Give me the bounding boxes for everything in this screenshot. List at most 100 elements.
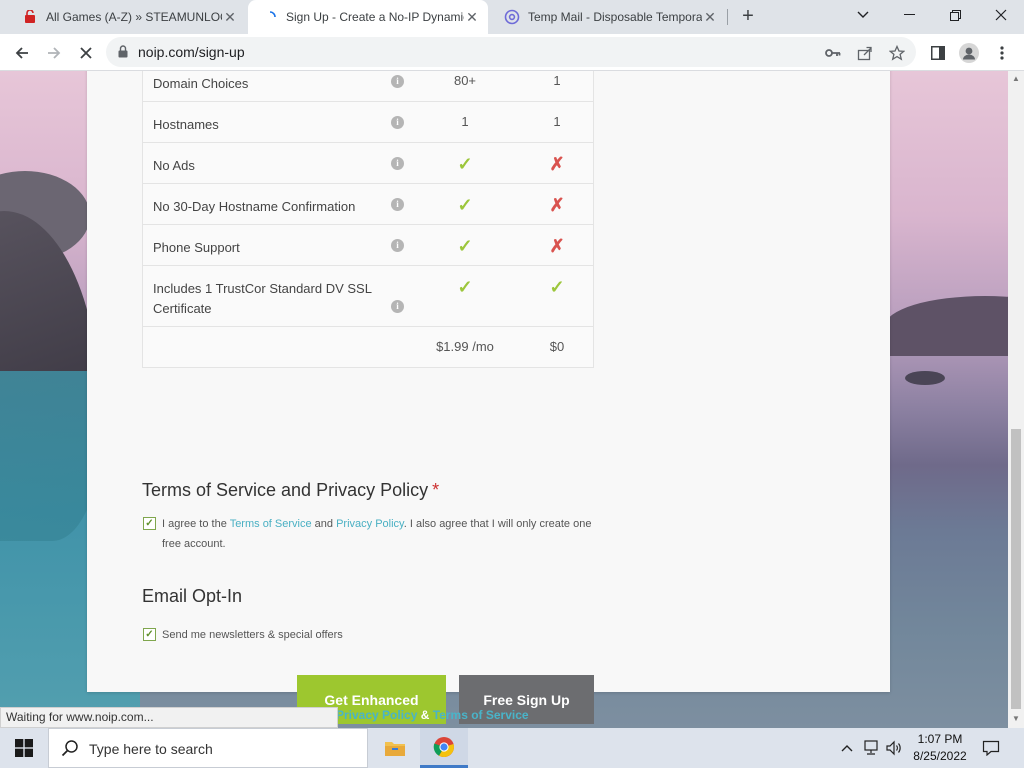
url-text[interactable]: noip.com/sign-up <box>138 44 245 60</box>
terms-title: Terms of Service and Privacy Policy <box>142 480 429 500</box>
info-icon[interactable]: i <box>391 300 404 313</box>
clock-time: 1:07 PM <box>917 732 963 746</box>
check-icon: ✓ <box>457 236 473 256</box>
page-viewport: Domain Choices i 80+ 1 Hostnames i 1 1 N… <box>0 71 1008 728</box>
stop-loading-icon[interactable] <box>72 39 100 67</box>
table-row: No Ads i ✓ ✗ <box>143 143 593 184</box>
table-row: Includes 1 TrustCor Standard DV SSL Cert… <box>143 266 593 327</box>
info-icon[interactable]: i <box>391 239 404 252</box>
scroll-up-arrow-icon[interactable]: ▲ <box>1012 74 1020 83</box>
close-window-button[interactable] <box>978 0 1024 30</box>
tab-temp-mail[interactable]: Temp Mail - Disposable Temporary ✕ <box>490 0 726 34</box>
close-tab-icon[interactable]: ✕ <box>464 9 480 25</box>
temp-mail-favicon-icon <box>504 9 520 25</box>
terms-heading: Terms of Service and Privacy Policy * <box>142 480 439 501</box>
signup-card: Domain Choices i 80+ 1 Hostnames i 1 1 N… <box>87 71 890 724</box>
newsletter-checkbox[interactable]: ✓ <box>143 628 156 641</box>
check-icon: ✓ <box>549 277 565 297</box>
address-bar[interactable]: noip.com/sign-up <box>106 37 916 67</box>
info-icon[interactable]: i <box>391 75 404 88</box>
back-arrow-icon[interactable] <box>8 39 36 67</box>
terms-of-service-link[interactable]: Terms of Service <box>230 518 312 530</box>
price-row: $1.99 /mo $0 <box>143 327 593 368</box>
info-icon[interactable]: i <box>391 198 404 211</box>
enhanced-value: 1 <box>461 114 469 129</box>
tab-title: All Games (A-Z) » STEAMUNLOCKED <box>46 10 222 24</box>
required-asterisk: * <box>432 480 440 500</box>
close-tab-icon[interactable]: ✕ <box>222 9 238 25</box>
terms-checkbox[interactable]: ✓ <box>143 517 156 530</box>
terms-agreement-text: I agree to the Terms of Service and Priv… <box>162 518 592 550</box>
feature-name: Includes 1 TrustCor Standard DV SSL Cert… <box>153 281 372 316</box>
restore-window-button[interactable] <box>932 0 978 30</box>
tab-noip-signup[interactable]: Sign Up - Create a No-IP Dynamic ✕ <box>248 0 488 34</box>
privacy-policy-link[interactable]: Privacy Policy <box>336 518 404 530</box>
scrollbar-thumb[interactable] <box>1011 429 1021 709</box>
feature-name: No 30-Day Hostname Confirmation <box>153 199 356 214</box>
status-bar: Waiting for www.noip.com... <box>0 707 338 728</box>
tab-search-chevron-icon[interactable] <box>840 0 886 30</box>
footer-links: Privacy Policy & Terms of Service <box>336 708 529 722</box>
check-icon: ✓ <box>457 154 473 174</box>
free-value: 1 <box>553 73 561 88</box>
table-row: Phone Support i ✓ ✗ <box>143 225 593 266</box>
key-icon[interactable] <box>824 44 842 62</box>
search-icon <box>61 739 79 762</box>
cross-icon: ✗ <box>549 236 565 256</box>
plan-comparison-table: Domain Choices i 80+ 1 Hostnames i 1 1 N… <box>142 71 594 368</box>
enhanced-value: 80+ <box>453 73 477 88</box>
cross-icon: ✗ <box>549 195 565 215</box>
chrome-taskbar-icon[interactable] <box>420 728 468 768</box>
loading-favicon-icon <box>262 9 278 25</box>
taskbar-search-box[interactable]: Type here to search <box>48 728 368 768</box>
clock-date: 8/25/2022 <box>913 749 967 763</box>
newsletter-label: Send me newsletters & special offers <box>162 629 343 641</box>
tab-title: Temp Mail - Disposable Temporary <box>528 10 702 24</box>
feature-name: Hostnames <box>153 117 219 132</box>
lock-icon[interactable] <box>118 45 128 63</box>
feature-name: Domain Choices <box>153 76 249 91</box>
windows-start-button[interactable] <box>0 728 48 768</box>
table-row: Hostnames i 1 1 <box>143 102 593 143</box>
volume-icon[interactable] <box>884 738 904 758</box>
search-placeholder: Type here to search <box>89 741 213 757</box>
tab-steamunlocked[interactable]: All Games (A-Z) » STEAMUNLOCKED ✕ <box>8 0 246 34</box>
free-price: $0 <box>549 339 565 354</box>
minimize-window-button[interactable] <box>886 0 932 30</box>
background-stone <box>905 371 945 385</box>
new-tab-button[interactable]: + <box>736 5 760 29</box>
show-hidden-icons-chevron-icon[interactable] <box>837 738 857 758</box>
file-explorer-icon[interactable] <box>371 728 419 768</box>
bookmark-star-icon[interactable] <box>888 44 906 62</box>
steamunlocked-favicon-icon <box>22 9 38 25</box>
info-icon[interactable]: i <box>391 157 404 170</box>
tab-separator <box>727 9 728 25</box>
feature-name: No Ads <box>153 158 195 173</box>
feature-name: Phone Support <box>153 240 240 255</box>
vertical-scrollbar[interactable]: ▲ ▼ <box>1008 71 1024 728</box>
windows-logo-icon <box>15 739 33 757</box>
notifications-icon[interactable] <box>981 738 1001 758</box>
table-row: No 30-Day Hostname Confirmation i ✓ ✗ <box>143 184 593 225</box>
browser-toolbar: noip.com/sign-up <box>0 34 1024 71</box>
tab-title: Sign Up - Create a No-IP Dynamic <box>286 10 464 24</box>
profile-avatar-icon[interactable] <box>959 43 979 63</box>
table-row: Domain Choices i 80+ 1 <box>143 71 593 102</box>
side-panel-icon[interactable] <box>928 43 948 63</box>
cross-icon: ✗ <box>549 154 565 174</box>
check-icon: ✓ <box>457 195 473 215</box>
share-icon[interactable] <box>856 44 874 62</box>
enhanced-price: $1.99 /mo <box>436 339 494 354</box>
browser-menu-kebab-icon[interactable] <box>992 43 1012 63</box>
info-icon[interactable]: i <box>391 116 404 129</box>
taskbar-clock[interactable]: 1:07 PM 8/25/2022 <box>905 731 975 765</box>
forward-arrow-icon[interactable] <box>40 39 68 67</box>
free-value: 1 <box>553 114 561 129</box>
footer-privacy-policy-link[interactable]: Privacy Policy <box>336 708 417 722</box>
footer-terms-of-service-link[interactable]: Terms of Service <box>433 708 529 722</box>
close-tab-icon[interactable]: ✕ <box>702 9 718 25</box>
check-icon: ✓ <box>457 277 473 297</box>
network-icon[interactable] <box>861 738 881 758</box>
scroll-down-arrow-icon[interactable]: ▼ <box>1012 714 1020 723</box>
browser-tab-strip: All Games (A-Z) » STEAMUNLOCKED ✕ Sign U… <box>0 0 1024 34</box>
